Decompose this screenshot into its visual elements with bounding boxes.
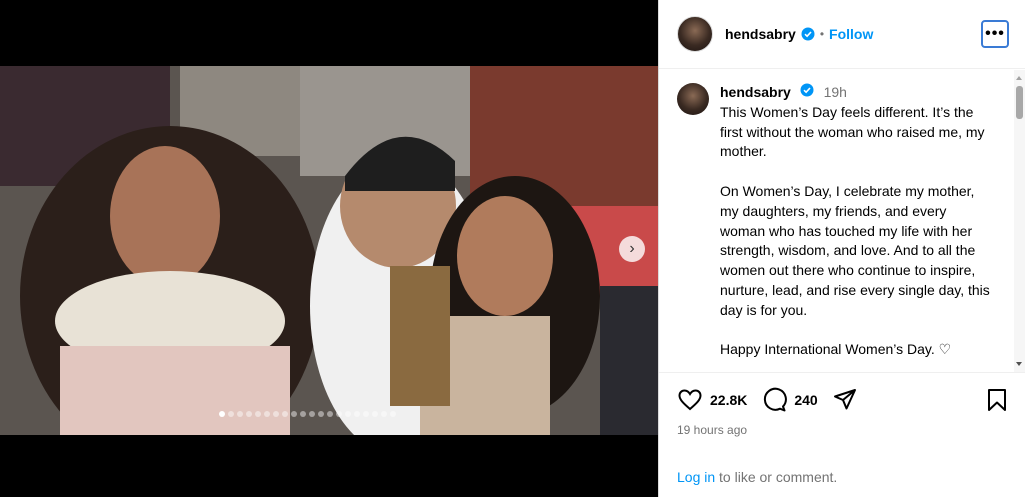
like-count[interactable]: 22.8K bbox=[710, 392, 747, 408]
caption-body: hendsabry 19h This Women’s Day feels dif… bbox=[720, 83, 994, 360]
verified-badge-icon bbox=[801, 27, 815, 41]
carousel-dot[interactable] bbox=[273, 411, 279, 417]
carousel-dot[interactable] bbox=[300, 411, 306, 417]
carousel-dot[interactable] bbox=[381, 411, 387, 417]
carousel-dot[interactable] bbox=[246, 411, 252, 417]
author-username[interactable]: hendsabry bbox=[725, 26, 796, 42]
carousel-dot[interactable] bbox=[255, 411, 261, 417]
carousel-dot[interactable] bbox=[372, 411, 378, 417]
login-link[interactable]: Log in bbox=[677, 469, 715, 485]
author-avatar[interactable] bbox=[677, 16, 713, 52]
comment-count[interactable]: 240 bbox=[794, 392, 817, 408]
caption-row: hendsabry 19h This Women’s Day feels dif… bbox=[677, 83, 999, 360]
carousel-dot[interactable] bbox=[219, 411, 225, 417]
carousel-dot[interactable] bbox=[237, 411, 243, 417]
comment-bubble-icon[interactable] bbox=[761, 387, 788, 413]
post-time-ago[interactable]: 19 hours ago bbox=[677, 423, 1010, 437]
carousel-dots bbox=[219, 411, 396, 417]
chevron-right-icon: › bbox=[629, 240, 635, 257]
carousel-dot[interactable] bbox=[354, 411, 360, 417]
heart-icon[interactable] bbox=[677, 387, 703, 413]
login-prompt-text: to like or comment. bbox=[715, 469, 838, 485]
carousel-dot[interactable] bbox=[309, 411, 315, 417]
comments-scrollbar[interactable] bbox=[1014, 70, 1025, 372]
carousel-dot[interactable] bbox=[291, 411, 297, 417]
carousel-next-button[interactable]: › bbox=[619, 236, 645, 262]
carousel-dot[interactable] bbox=[318, 411, 324, 417]
scroll-down-icon[interactable] bbox=[1016, 362, 1022, 366]
carousel-dot[interactable] bbox=[363, 411, 369, 417]
bookmark-icon[interactable] bbox=[984, 387, 1010, 413]
post-header: hendsabry • Follow ••• bbox=[659, 0, 1025, 69]
carousel-dot[interactable] bbox=[228, 411, 234, 417]
caption-time: 19h bbox=[823, 84, 847, 100]
post-sidebar: hendsabry • Follow ••• hendsabry 19h Thi… bbox=[658, 0, 1025, 497]
more-options-icon: ••• bbox=[985, 25, 1005, 42]
caption-username[interactable]: hendsabry bbox=[720, 84, 791, 100]
photo-illustration bbox=[0, 66, 658, 435]
caption-text: This Women’s Day feels different. It’s t… bbox=[720, 103, 990, 358]
caption-avatar[interactable] bbox=[677, 83, 709, 115]
follow-button[interactable]: Follow bbox=[829, 26, 873, 42]
separator-bullet: • bbox=[819, 27, 825, 41]
more-options-button[interactable]: ••• bbox=[981, 20, 1009, 48]
carousel-dot[interactable] bbox=[264, 411, 270, 417]
login-prompt: Log in to like or comment. bbox=[677, 469, 837, 485]
comments-area: hendsabry 19h This Women’s Day feels dif… bbox=[659, 70, 1015, 372]
scroll-thumb[interactable] bbox=[1016, 86, 1023, 119]
action-row: 22.8K 240 bbox=[677, 387, 1010, 413]
verified-badge-icon bbox=[800, 83, 814, 97]
post-photo bbox=[0, 66, 658, 435]
carousel-dot[interactable] bbox=[390, 411, 396, 417]
post-media: › bbox=[0, 0, 658, 497]
carousel-dot[interactable] bbox=[327, 411, 333, 417]
carousel-dot[interactable] bbox=[345, 411, 351, 417]
carousel-dot[interactable] bbox=[336, 411, 342, 417]
scroll-up-icon[interactable] bbox=[1016, 76, 1022, 80]
paper-plane-icon[interactable] bbox=[832, 387, 858, 413]
carousel-dot[interactable] bbox=[282, 411, 288, 417]
action-bar: 22.8K 240 19 hours ago bbox=[659, 372, 1025, 437]
